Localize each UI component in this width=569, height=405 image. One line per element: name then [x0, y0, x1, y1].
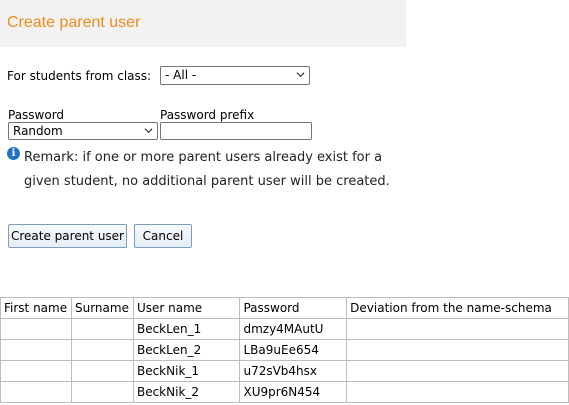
- info-icon: i: [7, 147, 20, 160]
- password-label: Password: [8, 108, 65, 122]
- table-row: BeckNik_1 u72sVb4hsx: [0, 360, 569, 382]
- column-header: Surname: [70, 297, 134, 319]
- deviation-cell: [346, 381, 569, 403]
- page-title: Create parent user: [7, 14, 141, 31]
- table-row: BeckLen_2 LBa9uEe654: [0, 339, 569, 361]
- class-label: For students from class:: [7, 69, 152, 83]
- password-cell: u72sVb4hsx: [239, 360, 348, 382]
- password-cell: dmzy4MAutU: [239, 318, 348, 340]
- password-cell: XU9pr6N454: [239, 381, 348, 403]
- password-cell: LBa9uEe654: [239, 339, 348, 361]
- column-header: Deviation from the name-schema: [346, 297, 569, 319]
- user-name-cell: BeckLen_1: [132, 318, 241, 340]
- chevron-down-icon: [296, 72, 305, 78]
- first-name-cell: [0, 318, 72, 340]
- prefix-label: Password prefix: [160, 108, 255, 122]
- user-name-cell: BeckNik_1: [132, 360, 241, 382]
- table-header-row: First name Surname User name Password De…: [0, 297, 569, 319]
- table-row: BeckLen_1 dmzy4MAutU: [0, 318, 569, 340]
- column-header: User name: [132, 297, 241, 319]
- user-name-cell: BeckNik_2: [132, 381, 241, 403]
- surname-cell: [70, 318, 134, 340]
- prefix-input[interactable]: [160, 122, 312, 140]
- user-name-cell: BeckLen_2: [132, 339, 241, 361]
- deviation-cell: [346, 318, 569, 340]
- surname-cell: [70, 381, 134, 403]
- column-header: First name: [0, 297, 72, 319]
- first-name-cell: [0, 339, 72, 361]
- class-select-value: - All -: [165, 68, 197, 82]
- surname-cell: [70, 339, 134, 361]
- results-table: First name Surname User name Password De…: [0, 297, 569, 403]
- chevron-down-icon: [144, 128, 153, 134]
- remark-text: Remark: if one or more parent users alre…: [24, 150, 390, 189]
- deviation-cell: [346, 360, 569, 382]
- first-name-cell: [0, 381, 72, 403]
- create-parent-user-button[interactable]: Create parent user: [8, 224, 127, 248]
- table-row: BeckNik_2 XU9pr6N454: [0, 381, 569, 403]
- page: Create parent user For students from cla…: [0, 0, 569, 405]
- surname-cell: [70, 360, 134, 382]
- password-select[interactable]: Random: [8, 122, 158, 140]
- deviation-cell: [346, 339, 569, 361]
- password-select-value: Random: [13, 124, 63, 138]
- class-select[interactable]: - All -: [160, 66, 310, 85]
- cancel-button[interactable]: Cancel: [134, 224, 192, 248]
- column-header: Password: [239, 297, 348, 319]
- first-name-cell: [0, 360, 72, 382]
- title-bar: Create parent user: [0, 0, 406, 47]
